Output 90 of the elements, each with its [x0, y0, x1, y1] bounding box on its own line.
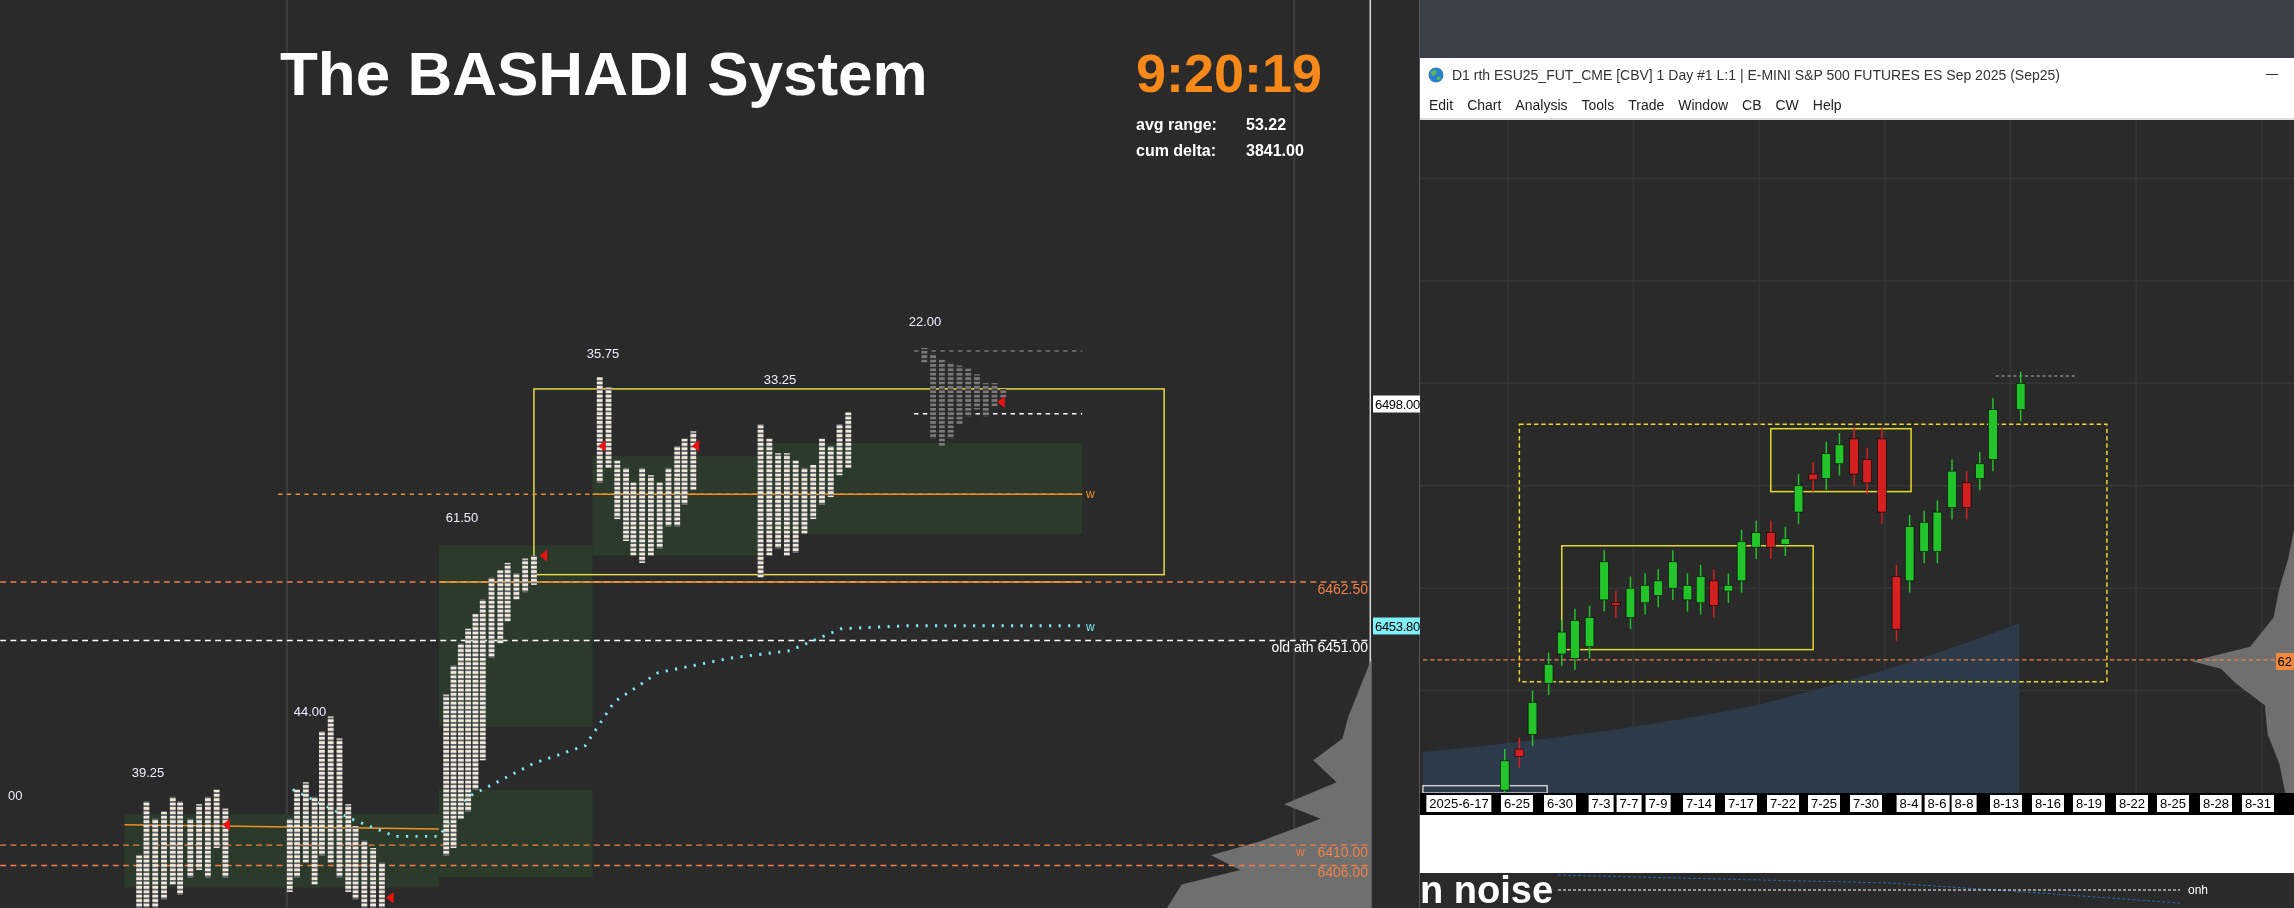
candlestick: [1709, 568, 1719, 619]
menu-item[interactable]: Tools: [1574, 94, 1622, 116]
date-label: 7-14: [1683, 795, 1715, 812]
candlestick: [1961, 470, 1972, 521]
date-label: 7-30: [1850, 795, 1882, 812]
candlestick: [1793, 473, 1804, 525]
date-label: 8-22: [2116, 795, 2148, 812]
candlestick: [1695, 564, 1706, 616]
globe-icon: [1428, 67, 1444, 83]
scroll-thumb[interactable]: [1422, 784, 1548, 793]
candlestick: [1570, 607, 1580, 671]
level-marker-label: w: [1086, 487, 1095, 501]
date-label: 7-7: [1616, 795, 1642, 812]
stat-value: 3841.00: [1246, 142, 1304, 160]
date-label: 7-3: [1588, 795, 1614, 812]
price-level-label: old ath 6451.00: [1270, 638, 1369, 656]
range-label: 35.75: [586, 345, 620, 361]
candlestick: [1862, 447, 1872, 496]
date-label: 8-25: [2157, 795, 2189, 812]
candlestick: [1821, 441, 1831, 491]
date-label: 8-28: [2200, 795, 2232, 812]
menu-item[interactable]: CB: [1735, 94, 1769, 116]
menu-item[interactable]: Window: [1671, 94, 1736, 116]
date-label: 8-16: [2032, 795, 2064, 812]
range-label: 00: [8, 787, 23, 803]
range-label: 61.50: [445, 509, 479, 525]
candlestick: [1834, 432, 1845, 477]
date-label: 8-31: [2242, 795, 2274, 812]
date-label: 8-8: [1951, 795, 1977, 812]
range-label: 44.00: [293, 703, 327, 719]
price-level-label: 6462.50: [1316, 580, 1369, 598]
date-label: 2025-6-17: [1426, 795, 1492, 812]
candlestick: [1611, 590, 1621, 619]
candlestick: [1919, 509, 1929, 565]
range-label: 33.25: [763, 371, 797, 387]
window-title: D1 rth ESU25_FUT_CME [CBV] 1 Day #1 L:1 | E-MINI S&P 500 FUTURES ES Sep 2025 (Sep25): [1452, 67, 2061, 83]
level-marker-label: w: [1296, 845, 1305, 859]
price-tag: 6453.80: [1373, 617, 1422, 635]
minimize-icon: [2266, 74, 2278, 76]
range-label: 22.00: [908, 313, 942, 329]
level-label: onh: [2188, 883, 2209, 897]
date-label: 7-22: [1767, 795, 1799, 812]
price-tag: 6498.00: [1373, 395, 1422, 413]
menu-item[interactable]: CW: [1768, 94, 1806, 116]
candlestick: [1682, 572, 1693, 613]
date-label: 7-9: [1645, 795, 1671, 812]
candlestick: [1808, 461, 1818, 493]
candlestick: [1849, 426, 1859, 487]
candlestick: [1751, 520, 1761, 560]
stat-label: avg range:: [1136, 116, 1218, 134]
menu-item[interactable]: Analysis: [1508, 94, 1575, 116]
menu-item[interactable]: Help: [1805, 94, 1849, 116]
candlestick: [1527, 689, 1538, 747]
candlestick: [1640, 572, 1650, 616]
date-label: 7-25: [1808, 795, 1840, 812]
candlestick: [1975, 451, 1985, 491]
candlestick: [1584, 605, 1595, 660]
date-label: 8-4: [1896, 795, 1922, 812]
candlestick: [1625, 575, 1636, 630]
stat-label: cum delta:: [1136, 142, 1217, 160]
clock-time: 9:20:19: [1136, 42, 1323, 104]
panel-heading: n noise: [1420, 873, 1554, 908]
price-level-label: 6410.00: [1316, 843, 1369, 861]
stat-value: 53.22: [1246, 116, 1288, 134]
menu-item[interactable]: Chart: [1460, 94, 1509, 116]
date-label: 7-17: [1725, 795, 1757, 812]
candlestick: [1736, 528, 1747, 594]
date-label: 6-25: [1501, 795, 1533, 812]
candlestick: [1780, 526, 1791, 557]
date-label: 6-30: [1544, 795, 1576, 812]
level-marker-label: w: [1086, 620, 1095, 634]
candlestick: [1932, 499, 1943, 565]
menu-item[interactable]: Edit: [1422, 94, 1461, 116]
date-label: 8-6: [1924, 795, 1950, 812]
range-label: 39.25: [131, 764, 165, 780]
candlestick: [1766, 520, 1776, 560]
candlestick: [1557, 619, 1567, 667]
candlestick: [1599, 549, 1609, 613]
candlestick: [1668, 549, 1678, 601]
menu-item[interactable]: Trade: [1621, 94, 1672, 116]
chart-title: The BASHADI System: [280, 38, 928, 109]
candlestick: [1723, 572, 1734, 604]
candlestick: [1543, 651, 1554, 696]
candlestick: [1514, 736, 1525, 769]
candlestick: [1947, 458, 1957, 521]
candlestick: [2016, 370, 2026, 423]
date-label: 8-13: [1990, 795, 2022, 812]
date-label: 8-19: [2073, 795, 2105, 812]
candlestick: [1653, 568, 1663, 608]
price-level-label: 6406.00: [1316, 863, 1369, 881]
